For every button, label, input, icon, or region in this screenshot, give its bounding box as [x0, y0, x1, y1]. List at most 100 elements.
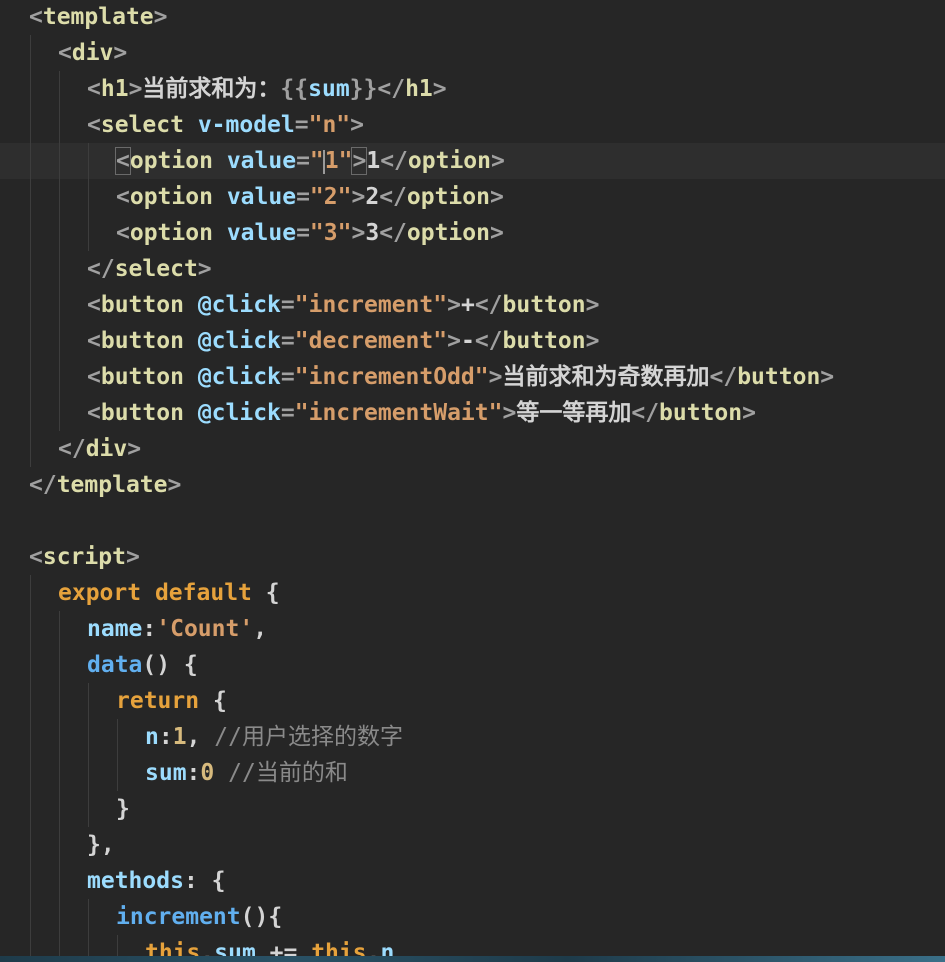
indent-guide: [30, 251, 31, 287]
code-token: >: [489, 220, 504, 246]
code-token: </: [709, 364, 738, 390]
code-token: >: [742, 400, 756, 426]
code-token: button: [100, 364, 184, 390]
indent-guide: [30, 899, 31, 935]
code-text: },: [87, 827, 115, 863]
code-line[interactable]: <button @click="incrementOdd">当前求和为奇数再加<…: [0, 359, 945, 395]
code-line[interactable]: },: [0, 827, 945, 863]
code-token: =: [280, 400, 295, 426]
code-line[interactable]: methods: {: [0, 863, 945, 899]
code-line[interactable]: </template>: [0, 467, 945, 503]
code-line[interactable]: <button @click="decrement">-</button>: [0, 323, 945, 359]
code-token: <: [29, 544, 43, 570]
code-text: return {: [116, 683, 227, 719]
code-line[interactable]: export default {: [0, 575, 945, 611]
code-token: : {: [183, 868, 226, 894]
code-token: template: [42, 4, 154, 30]
code-line[interactable]: increment(){: [0, 899, 945, 935]
indent-guide: [59, 287, 60, 323]
indent-guide: [30, 827, 31, 863]
code-token: default: [154, 580, 252, 606]
code-line[interactable]: </div>: [0, 431, 945, 467]
indent-guide: [30, 395, 31, 431]
indent-guide: [30, 287, 31, 323]
code-line[interactable]: <button @click="incrementWait">等一等再加</bu…: [0, 395, 945, 431]
code-line-active[interactable]: <option value="1">1</option>: [0, 143, 945, 179]
indent-guide: [59, 827, 60, 863]
code-token: <: [115, 147, 131, 175]
code-line[interactable]: <button @click="increment">+</button>: [0, 287, 945, 323]
code-token: {: [251, 580, 280, 606]
code-token: <: [58, 40, 72, 66]
code-line[interactable]: <script>: [0, 539, 945, 575]
code-token: name: [87, 616, 143, 642]
code-token: 1": [324, 148, 353, 174]
indent-guide: [88, 791, 89, 827]
code-text: name:'Count',: [87, 611, 267, 647]
code-token: -: [460, 328, 475, 354]
code-line[interactable]: <select v-model="n">: [0, 107, 945, 143]
code-token: :: [142, 616, 157, 642]
indent-guide: [59, 395, 60, 431]
code-text: <button @click="increment">+</button>: [87, 287, 599, 323]
code-text: <button @click="incrementOdd">当前求和为奇数再加<…: [87, 359, 834, 395]
code-editor[interactable]: <template> <div> <h1>当前求和为：{{sum}}</h1> <se…: [0, 0, 945, 962]
code-token: script: [42, 544, 126, 570]
code-token: v-model: [197, 112, 295, 138]
code-token: </: [87, 256, 115, 282]
code-line[interactable]: <div>: [0, 35, 945, 71]
code-token: <: [116, 220, 130, 246]
code-line[interactable]: name:'Count',: [0, 611, 945, 647]
indent-guide: [30, 71, 31, 107]
code-token: <: [87, 76, 101, 102]
code-token: >: [491, 148, 505, 174]
indent-guide: [59, 107, 60, 143]
code-token: </: [474, 328, 503, 354]
code-token: 3: [365, 220, 380, 246]
code-token: >: [447, 292, 461, 318]
code-line[interactable]: }: [0, 791, 945, 827]
code-line[interactable]: data() {: [0, 647, 945, 683]
code-token: =: [280, 292, 295, 318]
code-token: >: [125, 544, 140, 570]
code-token: </: [29, 472, 57, 498]
code-token: <: [87, 112, 101, 138]
code-line[interactable]: sum:0 //当前的和: [0, 755, 945, 791]
code-token: {{: [280, 76, 309, 102]
code-token: >: [488, 364, 503, 390]
code-text: }: [116, 791, 130, 827]
code-token: sum: [308, 76, 350, 102]
code-token: 2: [365, 184, 380, 210]
code-line[interactable]: return {: [0, 683, 945, 719]
code-text: sum:0 //当前的和: [145, 755, 348, 791]
code-token: +: [460, 292, 475, 318]
code-text: </select>: [87, 251, 212, 287]
indent-guide: [30, 323, 31, 359]
code-text: </div>: [58, 431, 141, 467]
code-token: >: [585, 292, 600, 318]
indent-guide: [30, 791, 31, 827]
indent-guide: [59, 755, 60, 791]
code-line[interactable]: </select>: [0, 251, 945, 287]
code-token: <: [87, 328, 101, 354]
code-token: h1: [100, 76, 129, 102]
code-text: <h1>当前求和为：{{sum}}</h1>: [87, 71, 447, 107]
code-line[interactable]: <template>: [0, 0, 945, 35]
code-token: value: [226, 148, 297, 174]
indent-guide: [30, 683, 31, 719]
code-token: {: [199, 688, 227, 714]
code-token: option: [129, 184, 213, 210]
code-line[interactable]: n:1, //用户选择的数字: [0, 719, 945, 755]
code-token: :: [186, 760, 201, 786]
code-line[interactable]: <option value="2">2</option>: [0, 179, 945, 215]
code-token: </: [631, 400, 660, 426]
code-line[interactable]: <h1>当前求和为：{{sum}}</h1>: [0, 71, 945, 107]
code-line[interactable]: <option value="3">3</option>: [0, 215, 945, 251]
code-token: //当前的和: [228, 760, 348, 786]
indent-guide: [59, 179, 60, 215]
code-line[interactable]: [0, 503, 945, 539]
indent-guide: [59, 71, 60, 107]
indent-guide: [59, 899, 60, 935]
